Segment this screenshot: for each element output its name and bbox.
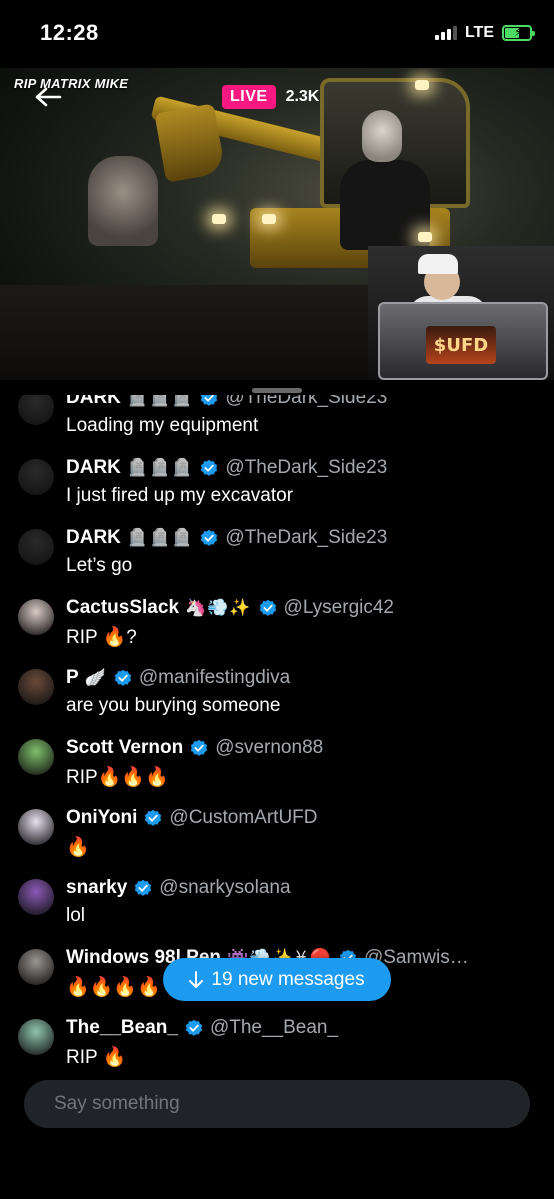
user-handle[interactable]: @TheDark_Side23 [225,457,387,479]
message-header: OniYoni @CustomArtUFD [66,805,318,831]
message-text: I just fired up my excavator [66,485,294,506]
avatar[interactable] [18,529,54,565]
avatar[interactable] [18,1019,54,1055]
verified-badge-icon [201,395,218,406]
display-name[interactable]: Scott Vernon [66,737,183,759]
user-handle[interactable]: @TheDark_Side23 [225,527,387,549]
chat-message[interactable]: DARK 🪦🪦🪦 @TheDark_Side23 Let’s go [18,525,538,585]
message-text: 🔥 [66,837,90,858]
verified-badge-icon [185,1019,203,1036]
status-bar: 12:28 LTE ⚡ [0,0,554,68]
message-text: lol [66,905,86,926]
user-handle[interactable]: @manifestingdiva [139,667,290,689]
user-handle[interactable]: @The__Bean_ [210,1017,338,1039]
broadcast-title: RIP MATRIX MIKE [14,76,129,91]
host-camera-pip[interactable]: $UFD [368,246,554,380]
message-header: DARK 🪦🪦🪦 @TheDark_Side23 [66,525,387,551]
excavator-light [262,214,276,224]
live-indicator: LIVE 2.3K [222,85,319,109]
excavator-light [212,214,226,224]
message-header: DARK 🪦🪦🪦 @TheDark_Side23 [66,395,387,411]
masked-figure-body [340,160,430,250]
network-label: LTE [464,24,494,41]
message-text: are you burying someone [66,695,281,716]
excavator-bucket [154,103,226,183]
composer[interactable] [24,1080,530,1128]
avatar[interactable] [18,459,54,495]
verified-badge-icon [191,739,208,756]
message-text: RIP 🔥 [66,1047,127,1068]
name-emojis: 🪦🪦🪦 [126,395,194,407]
verified-badge-icon [135,879,152,896]
chat-message[interactable]: Scott Vernon @svernon88 RIP🔥🔥🔥 [18,735,538,795]
chat-message[interactable]: CactusSlack 🦄💨✨ @Lysergic42 RIP 🔥? [18,595,538,655]
message-text: Loading my equipment [66,415,259,436]
user-handle[interactable]: @svernon88 [215,737,323,759]
chat-message[interactable]: The__Bean_ @The__Bean_ RIP 🔥 [18,1015,538,1075]
verified-badge-icon [201,459,218,476]
avatar[interactable] [18,669,54,705]
chat-message[interactable]: OniYoni @CustomArtUFD 🔥 [18,805,538,865]
name-emojis: 🪽 [84,668,107,687]
display-name[interactable]: CactusSlack [66,597,179,619]
display-name[interactable]: DARK [66,457,121,479]
new-messages-label: 19 new messages [211,968,365,990]
pip-logo: $UFD [426,326,496,364]
message-text: 🔥🔥🔥🔥 [66,977,161,998]
battery-icon: ⚡ [502,25,535,41]
avatar[interactable] [18,739,54,775]
avatar[interactable] [18,949,54,985]
chat-message[interactable]: snarky @snarkysolana lol [18,875,538,935]
display-name[interactable]: DARK [66,395,121,409]
display-name[interactable]: P [66,667,79,689]
user-handle[interactable]: @CustomArtUFD [169,807,317,829]
viewer-count: 2.3K [285,88,320,105]
name-emojis: 🦄💨✨ [185,598,252,617]
say-something-input[interactable] [24,1080,530,1128]
message-header: P 🪽 @manifestingdiva [66,665,290,691]
chat-message[interactable]: DARK 🪦🪦🪦 @TheDark_Side23 Loading my equipme… [18,395,538,445]
live-badge: LIVE [222,85,276,109]
verified-badge-icon [145,809,162,826]
verified-badge-icon [201,529,218,546]
display-name[interactable]: OniYoni [66,807,137,829]
message-text: RIP🔥🔥🔥 [66,767,169,788]
host-cap [418,254,458,274]
signal-icon [434,26,457,40]
new-messages-button[interactable]: 19 new messages [163,958,391,1001]
message-text: RIP 🔥? [66,627,137,648]
verified-badge-icon [259,599,276,616]
chat-message[interactable]: P 🪽 @manifestingdiva are you burying someon… [18,665,538,725]
verified-badge-icon [114,669,131,686]
excavator-light [415,80,429,90]
buried-figure [88,156,158,246]
avatar[interactable] [18,879,54,915]
message-header: snarky @snarkysolana [66,875,291,901]
user-handle[interactable]: @snarkysolana [159,877,290,899]
message-header: Scott Vernon @svernon88 [66,735,323,761]
avatar[interactable] [18,809,54,845]
avatar[interactable] [18,599,54,635]
status-time: 12:28 [40,20,99,45]
avatar[interactable] [18,395,54,425]
chat-drag-handle[interactable] [252,388,302,393]
message-header: CactusSlack 🦄💨✨ @Lysergic42 [66,595,394,621]
display-name[interactable]: The__Bean_ [66,1017,178,1039]
excavator-light [418,232,432,242]
message-header: The__Bean_ @The__Bean_ [66,1015,338,1041]
status-indicators: LTE ⚡ [434,24,535,42]
message-header: DARK 🪦🪦🪦 @TheDark_Side23 [66,455,387,481]
masked-figure-face [362,110,402,162]
user-handle[interactable]: @TheDark_Side23 [225,395,387,409]
user-handle[interactable]: @Lysergic42 [284,597,394,619]
chat-message[interactable]: DARK 🪦🪦🪦 @TheDark_Side23 I just fired up my… [18,455,538,515]
broadcast-video[interactable]: RIP MATRIX MIKE LIVE 2.3K $UFD [0,68,554,380]
arrow-down-icon [189,970,204,988]
display-name[interactable]: DARK [66,527,121,549]
display-name[interactable]: snarky [66,877,127,899]
name-emojis: 🪦🪦🪦 [126,458,194,477]
name-emojis: 🪦🪦🪦 [126,528,194,547]
message-text: Let’s go [66,555,133,576]
back-arrow-icon[interactable] [34,86,62,108]
